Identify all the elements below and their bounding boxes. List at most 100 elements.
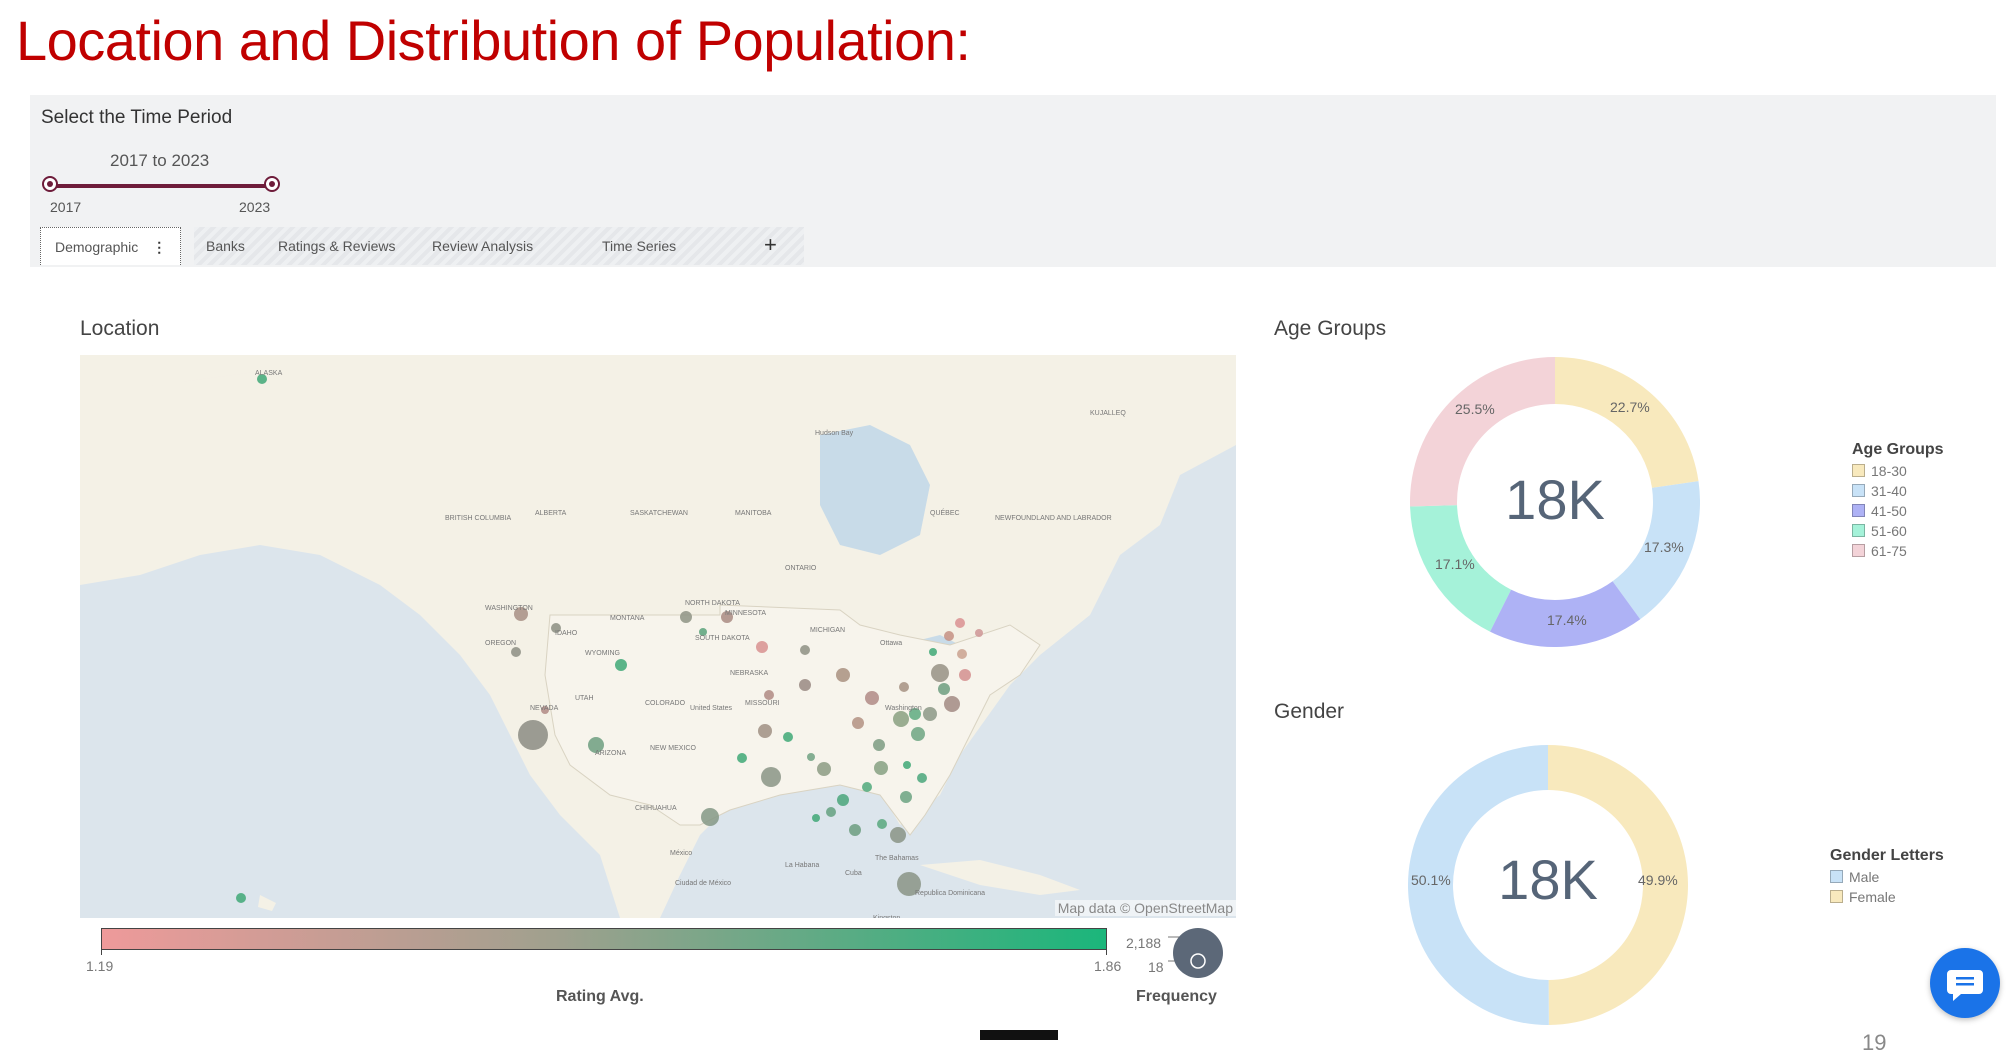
location-bubble[interactable]	[799, 679, 811, 691]
location-bubble[interactable]	[852, 717, 864, 729]
gender-legend-item[interactable]: Female	[1830, 887, 1944, 907]
age-legend-item[interactable]: 18-30	[1852, 461, 1944, 481]
gender-pct-female: 49.9%	[1638, 872, 1678, 888]
location-bubble[interactable]	[938, 683, 950, 695]
location-bubble[interactable]	[957, 649, 967, 659]
location-bubble[interactable]	[817, 762, 831, 776]
hawaii-land	[258, 895, 276, 911]
location-bubble[interactable]	[812, 814, 820, 822]
location-bubble[interactable]	[849, 824, 861, 836]
map-canvas: ALASKA BRITISH COLUMBIA ALBERTA SASKATCHEWA…	[80, 355, 1236, 918]
location-bubble[interactable]	[899, 682, 909, 692]
map-place-label: WASHINGTON	[485, 605, 533, 612]
tab-time-series[interactable]: Time Series	[588, 227, 690, 265]
map-place-label: MANITOBA	[735, 510, 772, 517]
tab-review-analysis[interactable]: Review Analysis	[418, 227, 547, 265]
map-place-label: MONTANA	[610, 615, 645, 622]
map-place-label: La Habana	[785, 862, 819, 869]
location-bubble[interactable]	[929, 648, 937, 656]
location-bubble[interactable]	[873, 739, 885, 751]
location-map[interactable]: ALASKA BRITISH COLUMBIA ALBERTA SASKATCHEWA…	[80, 355, 1236, 918]
location-bubble[interactable]	[807, 753, 815, 761]
rating-legend-min: 1.19	[86, 958, 114, 974]
map-place-label: COLORADO	[645, 700, 686, 707]
map-place-label: WYOMING	[585, 650, 620, 657]
location-bubble[interactable]	[800, 645, 810, 655]
location-bubble[interactable]	[944, 696, 960, 712]
location-bubble[interactable]	[975, 629, 983, 637]
location-bubble[interactable]	[236, 893, 246, 903]
location-bubble[interactable]	[893, 711, 909, 727]
tab-banks[interactable]: Banks	[192, 227, 259, 265]
location-bubble[interactable]	[756, 641, 768, 653]
location-bubble[interactable]	[764, 690, 774, 700]
location-bubble[interactable]	[874, 761, 888, 775]
age-legend-item[interactable]: 51-60	[1852, 521, 1944, 541]
location-bubble[interactable]	[890, 827, 906, 843]
location-bubble[interactable]	[955, 618, 965, 628]
map-place-label: UTAH	[575, 695, 594, 702]
map-place-label: Ciudad de México	[675, 880, 731, 887]
chat-bubble-icon	[1947, 970, 1983, 1001]
map-place-label: Cuba	[845, 870, 862, 877]
map-place-label: NEVADA	[530, 705, 559, 712]
location-bubble[interactable]	[615, 659, 627, 671]
frequency-max-circle	[1173, 928, 1223, 978]
filter-pane: Select the Time Period 2017 to 2023 2017…	[30, 95, 1996, 267]
map-place-label: ALBERTA	[535, 510, 567, 517]
time-period-label: Select the Time Period	[41, 107, 233, 128]
location-bubble[interactable]	[783, 732, 793, 742]
map-place-label: United States	[690, 705, 733, 712]
location-bubble[interactable]	[837, 794, 849, 806]
location-bubble[interactable]	[826, 807, 836, 817]
tab-ratings-reviews[interactable]: Ratings & Reviews	[264, 227, 410, 265]
location-bubble[interactable]	[877, 819, 887, 829]
rating-legend-caption: Rating Avg.	[556, 988, 644, 1005]
range-slider-start-handle[interactable]	[42, 176, 58, 192]
location-bubble[interactable]	[761, 767, 781, 787]
age-groups-total: 18K	[1505, 468, 1605, 531]
location-bubble[interactable]	[701, 808, 719, 826]
tab-demographic[interactable]: Demographic ⋮	[40, 227, 182, 265]
location-bubble[interactable]	[836, 668, 850, 682]
map-place-label: SASKATCHEWAN	[630, 510, 688, 517]
location-bubble[interactable]	[758, 724, 772, 738]
gender-pct-male: 50.1%	[1411, 872, 1451, 888]
age-legend-title: Age Groups	[1852, 441, 1944, 458]
location-bubble[interactable]	[911, 727, 925, 741]
location-bubble[interactable]	[900, 791, 912, 803]
map-place-label: QUÉBEC	[930, 508, 960, 517]
report-panel: Select the Time Period 2017 to 2023 2017…	[30, 95, 1996, 1040]
age-pct-51-60: 17.1%	[1435, 556, 1475, 572]
age-legend-item[interactable]: 61-75	[1852, 541, 1944, 561]
map-place-label: NEW MEXICO	[650, 745, 696, 752]
chat-button[interactable]	[1930, 948, 2000, 1018]
location-bubble[interactable]	[944, 631, 954, 641]
gender-total: 18K	[1498, 848, 1598, 911]
map-attribution: Map data © OpenStreetMap	[1054, 900, 1236, 916]
slide-page-number: 19	[1862, 1030, 1887, 1055]
map-place-label: CHIHUAHUA	[635, 805, 677, 812]
location-bubble[interactable]	[737, 753, 747, 763]
location-bubble[interactable]	[680, 611, 692, 623]
location-bubble[interactable]	[511, 647, 521, 657]
map-place-label: BRITISH COLUMBIA	[445, 515, 511, 522]
location-bubble[interactable]	[959, 669, 971, 681]
add-tab-button[interactable]: +	[764, 227, 777, 265]
location-bubble[interactable]	[917, 773, 927, 783]
age-legend-item[interactable]: 41-50	[1852, 501, 1944, 521]
range-max-label: 2023	[239, 199, 271, 215]
range-slider-track[interactable]	[49, 184, 273, 188]
location-bubble[interactable]	[923, 707, 937, 721]
range-readout: 2017 to 2023	[110, 151, 210, 170]
age-legend-item[interactable]: 31-40	[1852, 481, 1944, 501]
location-bubble[interactable]	[865, 691, 879, 705]
location-bubble[interactable]	[931, 664, 949, 682]
gender-legend-item[interactable]: Male	[1830, 867, 1944, 887]
location-bubble[interactable]	[518, 720, 548, 750]
range-slider-end-handle[interactable]	[264, 176, 280, 192]
location-bubble[interactable]	[903, 761, 911, 769]
location-bubble[interactable]	[862, 782, 872, 792]
location-title: Location	[80, 317, 160, 340]
more-vertical-icon[interactable]: ⋮	[152, 239, 166, 255]
